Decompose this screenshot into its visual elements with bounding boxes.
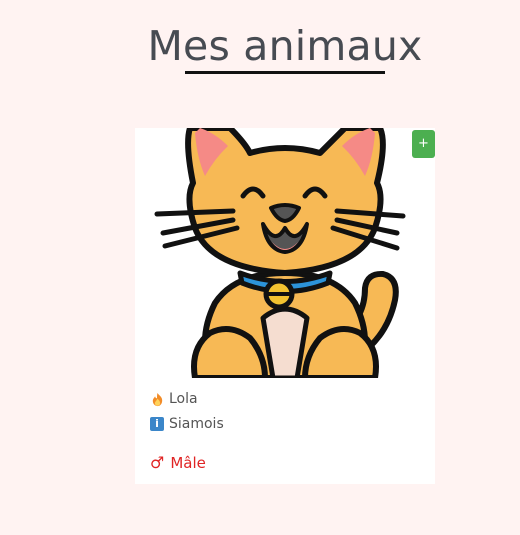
pet-card[interactable]: + Lola i Siamois ♂ Mâle xyxy=(135,128,435,484)
pet-image xyxy=(135,128,435,378)
pet-name-row: Lola xyxy=(150,391,198,407)
pet-name: Lola xyxy=(169,391,198,407)
pet-gender-row: ♂ Mâle xyxy=(150,454,206,472)
cat-illustration xyxy=(154,128,406,378)
title-underline xyxy=(185,71,385,74)
fire-icon xyxy=(152,392,163,406)
page-title: Mes animaux xyxy=(147,22,423,70)
info-icon: i xyxy=(150,417,164,431)
pet-breed-row: i Siamois xyxy=(150,416,224,432)
pet-breed: Siamois xyxy=(169,416,224,432)
male-sign-icon: ♂ xyxy=(150,453,165,472)
add-button[interactable]: + xyxy=(412,130,435,158)
pet-gender: Mâle xyxy=(170,454,206,472)
